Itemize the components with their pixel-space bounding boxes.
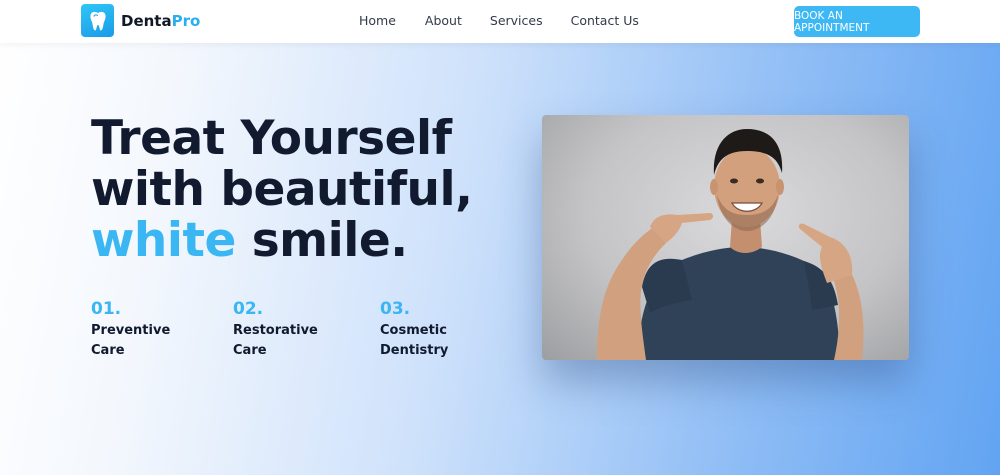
- feature-number: 03.: [380, 299, 411, 319]
- nav-link-contact[interactable]: Contact Us: [571, 13, 639, 28]
- feature-title: Preventive Care: [91, 323, 171, 358]
- hero-photo: [542, 115, 909, 360]
- hero-heading: Treat Yourself with beautiful, white smi…: [91, 111, 473, 268]
- book-appointment-button[interactable]: BOOK AN APPOINTMENT: [794, 6, 920, 37]
- hero-heading-line2: with beautiful,: [91, 162, 473, 217]
- tooth-icon: [81, 4, 114, 37]
- hero-accent-word: white: [91, 213, 236, 268]
- feature-number: 02.: [233, 299, 264, 319]
- nav-link-about[interactable]: About: [425, 13, 462, 28]
- feature-title: Restorative Care: [233, 323, 318, 358]
- nav-link-home[interactable]: Home: [359, 13, 396, 28]
- feature-item-restorative: 02. Restorative Care: [233, 298, 353, 361]
- feature-title: Cosmetic Dentistry: [380, 323, 449, 358]
- brand-name: DentaPro: [121, 11, 201, 30]
- nav-link-services[interactable]: Services: [490, 13, 543, 28]
- brand-logo[interactable]: DentaPro: [81, 4, 200, 37]
- feature-number: 01.: [91, 299, 122, 319]
- top-navbar: DentaPro Home About Services Contact Us …: [0, 0, 1000, 43]
- hero-heading-line1: Treat Yourself: [91, 111, 452, 166]
- feature-item-preventive: 01. Preventive Care: [91, 298, 211, 361]
- hero-heading-line3: white smile.: [91, 213, 408, 268]
- feature-item-cosmetic: 03. Cosmetic Dentistry: [380, 298, 500, 361]
- nav-menu: Home About Services Contact Us: [359, 13, 667, 28]
